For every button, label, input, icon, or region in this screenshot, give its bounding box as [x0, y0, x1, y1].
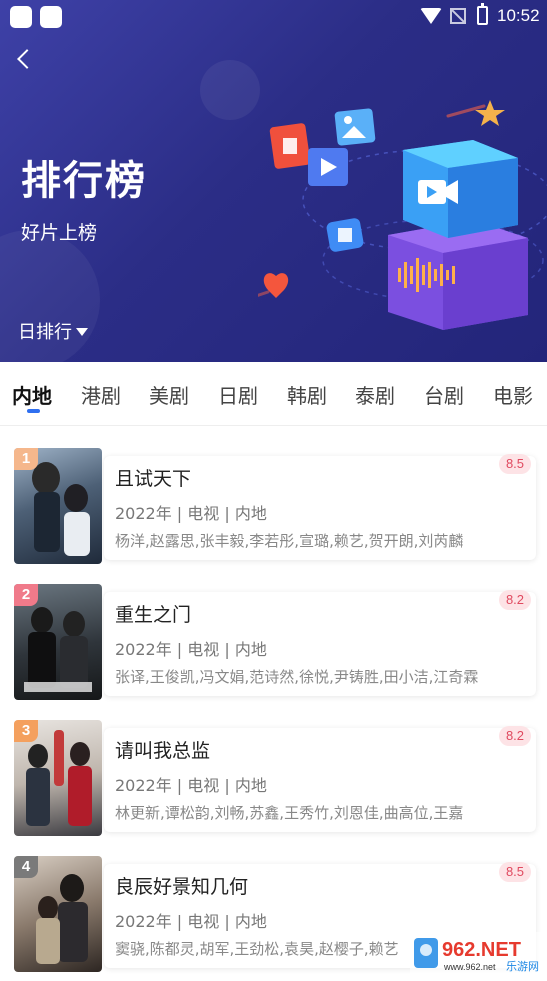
item-title: 且试天下 [115, 468, 192, 490]
item-cast: 张译,王俊凯,冯文娟,范诗然,徐悦,尹铸胜,田小洁,江奇霖 [115, 668, 479, 686]
list-item[interactable]: 1 且试天下 2022年 | 电视 | 内地 杨洋,赵露思,张丰毅,李若彤,宣璐… [14, 448, 536, 566]
tab-jp-drama[interactable]: 日剧 [218, 380, 258, 409]
item-meta: 2022年 | 电视 | 内地 [115, 640, 267, 659]
rank-badge: 2 [14, 584, 38, 606]
item-meta: 2022年 | 电视 | 内地 [115, 504, 267, 523]
item-cast: 林更新,谭松韵,刘畅,苏鑫,王秀竹,刘恩佳,曲高位,王嘉 [115, 804, 464, 822]
page-subtitle: 好片上榜 [21, 222, 98, 244]
rank-badge: 3 [14, 720, 38, 742]
tab-hk-drama[interactable]: 港剧 [81, 380, 121, 409]
caret-down-icon [76, 328, 88, 336]
header-banner: 10:52 排行榜 好片上榜 日排行 [0, 0, 547, 362]
list-item[interactable]: 2 重生之门 2022年 | 电视 | 内地 张译,王俊凯,冯文娟,范诗然,徐悦… [14, 584, 536, 702]
list-item[interactable]: 3 请叫我总监 2022年 | 电视 | 内地 林更新,谭松韵,刘畅,苏鑫,王秀… [14, 720, 536, 838]
item-title: 良辰好景知几何 [115, 876, 249, 898]
tab-movie[interactable]: 电影 [493, 380, 533, 409]
score-badge: 8.5 [499, 454, 531, 474]
site-watermark: 962.NET 乐游网 www.962.net [410, 932, 546, 976]
tab-thai-drama[interactable]: 泰剧 [355, 380, 395, 409]
active-tab-indicator [27, 409, 40, 413]
ranking-illustration [258, 100, 547, 330]
item-cast: 杨洋,赵露思,张丰毅,李若彤,宣璐,赖艺,贺开朗,刘芮麟 [115, 532, 464, 550]
tab-tw-drama[interactable]: 台剧 [424, 380, 464, 409]
banner-glow [200, 60, 260, 120]
watermark-logo-icon [414, 938, 438, 968]
poster-image: 2 [14, 584, 102, 700]
item-meta: 2022年 | 电视 | 内地 [115, 776, 267, 795]
battery-icon [477, 3, 488, 25]
notification-icon [10, 6, 32, 28]
watermark-text: 962.NET [442, 939, 521, 961]
category-tabs: 内地 港剧 美剧 日剧 韩剧 泰剧 台剧 电影 [0, 362, 547, 426]
score-badge: 8.5 [499, 862, 531, 882]
period-label: 日排行 [18, 322, 72, 343]
period-dropdown[interactable]: 日排行 [18, 318, 88, 344]
poster-image: 3 [14, 720, 102, 836]
poster-image: 4 [14, 856, 102, 972]
wifi-icon [420, 8, 442, 24]
notification-icon [40, 6, 62, 28]
page-title: 排行榜 [21, 158, 147, 204]
status-time: 10:52 [497, 6, 540, 25]
watermark-url: www.962.net [443, 962, 496, 972]
rank-badge: 4 [14, 856, 38, 878]
tab-mainland[interactable]: 内地 [12, 380, 52, 409]
score-badge: 8.2 [499, 590, 531, 610]
tab-kr-drama[interactable]: 韩剧 [287, 380, 327, 409]
score-badge: 8.2 [499, 726, 531, 746]
poster-image: 1 [14, 448, 102, 564]
rank-badge: 1 [14, 448, 38, 470]
item-meta: 2022年 | 电视 | 内地 [115, 912, 267, 931]
no-signal-icon [450, 8, 466, 24]
item-title: 请叫我总监 [115, 740, 211, 762]
back-button[interactable] [10, 44, 40, 74]
status-bar: 10:52 [0, 0, 547, 34]
watermark-sub: 乐游网 [506, 960, 539, 973]
item-title: 重生之门 [115, 604, 192, 626]
tab-us-drama[interactable]: 美剧 [149, 380, 189, 409]
